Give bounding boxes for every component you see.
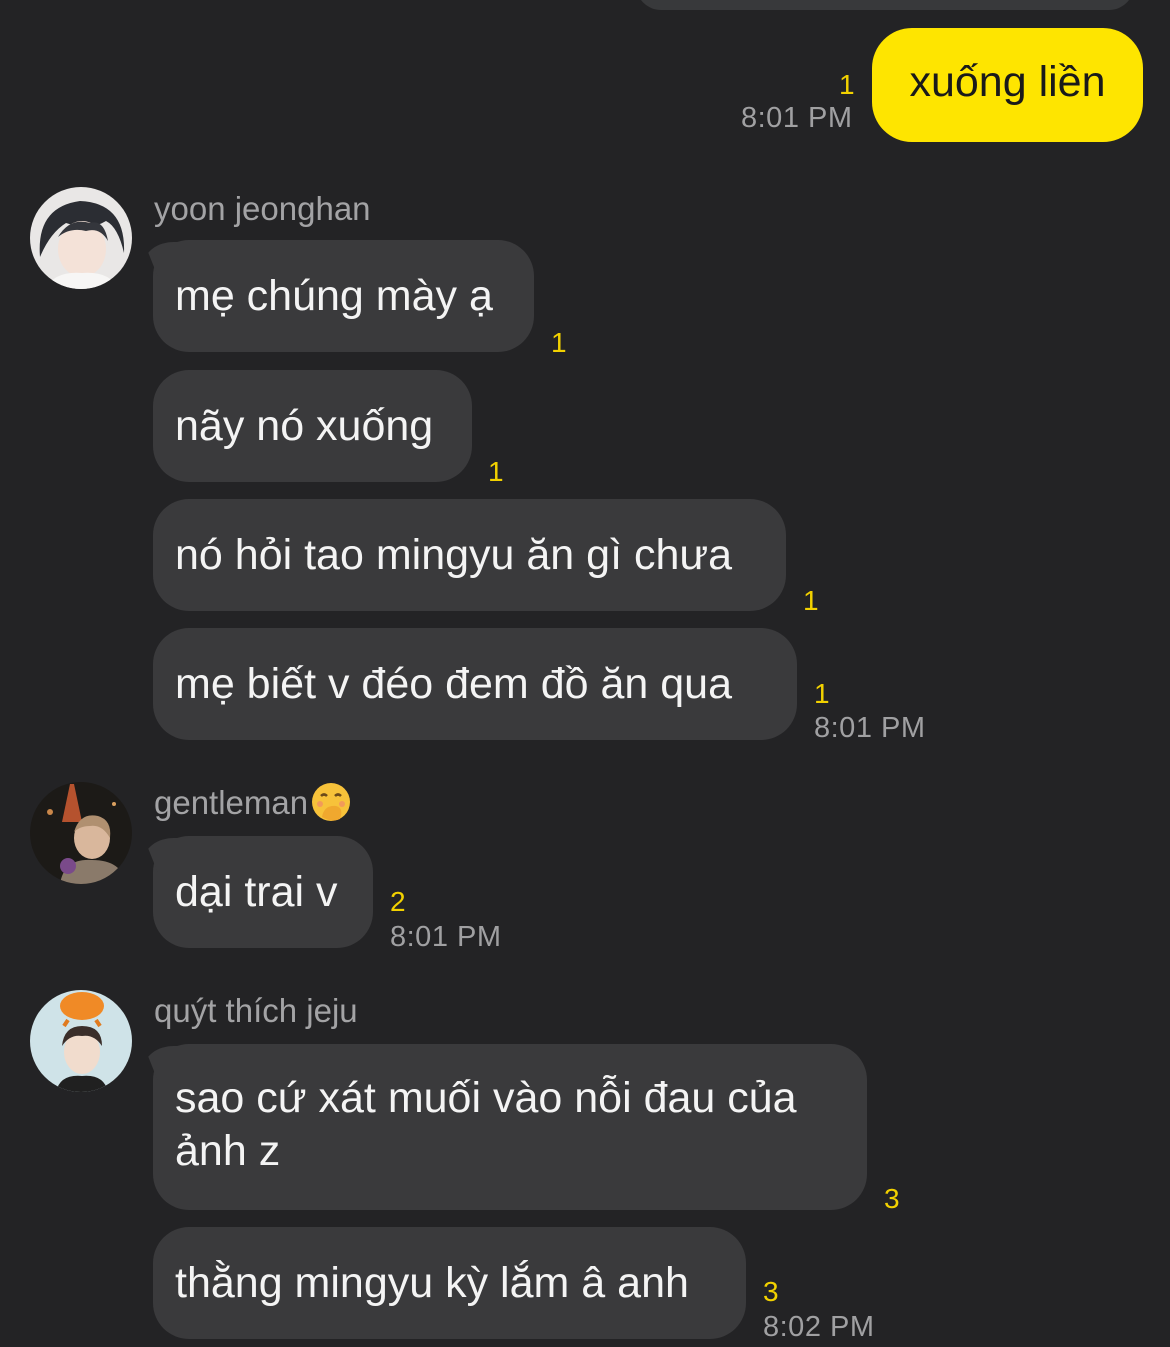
message-bubble[interactable]: thằng mingyu kỳ lắm â anh [153, 1227, 746, 1339]
unread-count: 1 [488, 456, 504, 487]
message-bubble[interactable]: mẹ chúng mày ạ [153, 240, 534, 352]
hand-over-mouth-emoji [312, 783, 351, 822]
unread-count: 1 [839, 69, 855, 100]
unread-count: 1 [803, 585, 819, 616]
avatar-quyt-thich-jeju[interactable] [30, 990, 132, 1092]
outgoing-message-bubble[interactable]: xuống liền [872, 28, 1143, 142]
avatar-yoon-jeonghan[interactable] [30, 187, 132, 289]
message-time: 8:01 PM [741, 102, 853, 134]
message-time: 8:01 PM [390, 921, 502, 953]
unread-count: 1 [551, 327, 567, 358]
sender-name: yoon jeonghan [154, 190, 371, 227]
chat-room: 1 8:01 PM xuống liền yoon jeonghan mẹ ch… [0, 0, 1170, 1347]
sender-name-text: gentleman [154, 784, 309, 821]
message-time: 8:02 PM [763, 1311, 875, 1343]
message-bubble[interactable]: nãy nó xuống [153, 370, 472, 482]
unread-count: 1 [814, 678, 830, 709]
previous-message-bubble[interactable] [636, 0, 1134, 10]
message-time: 8:01 PM [814, 712, 926, 744]
sender-name: quýt thích jeju [154, 992, 358, 1029]
message-bubble[interactable]: nó hỏi tao mingyu ăn gì chưa [153, 499, 786, 611]
avatar-gentleman[interactable] [30, 782, 132, 884]
unread-count: 2 [390, 886, 406, 917]
unread-count: 3 [884, 1183, 900, 1214]
message-bubble[interactable]: sao cứ xát muối vào nỗi đau của ảnh z [153, 1044, 867, 1210]
message-bubble[interactable]: dại trai v [153, 836, 373, 948]
message-bubble[interactable]: mẹ biết v đéo đem đồ ăn qua [153, 628, 797, 740]
unread-count: 3 [763, 1276, 779, 1307]
sender-name: gentleman [154, 783, 352, 823]
